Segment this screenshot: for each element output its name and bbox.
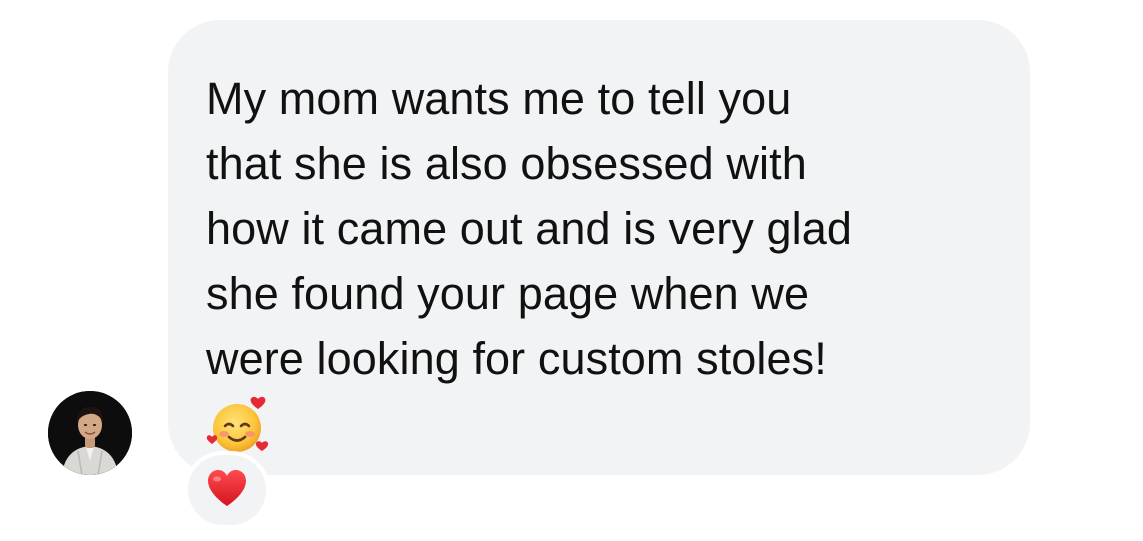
message-text: My mom wants me to tell you that she is … xyxy=(206,73,853,384)
avatar[interactable] xyxy=(48,391,132,475)
message-bubble[interactable]: My mom wants me to tell you that she is … xyxy=(168,20,1030,475)
smiling-face-with-hearts-icon xyxy=(206,393,272,459)
profile-photo xyxy=(48,391,132,475)
message-row: My mom wants me to tell you that she is … xyxy=(0,0,1143,541)
red-heart-icon xyxy=(205,468,249,513)
reaction-badge[interactable] xyxy=(184,451,270,529)
